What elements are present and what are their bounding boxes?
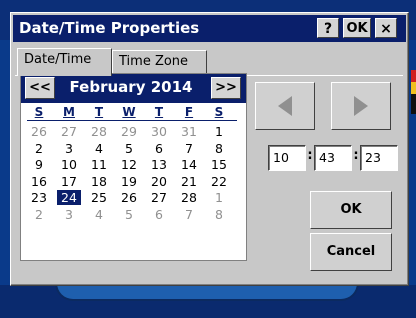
day-cell[interactable]: 27 (147, 190, 171, 205)
day-cell[interactable]: 26 (27, 124, 51, 139)
day-cell[interactable]: 12 (117, 157, 141, 172)
day-cell[interactable]: 3 (57, 207, 81, 222)
day-cell[interactable]: 27 (57, 124, 81, 139)
weekday-divider (27, 120, 237, 121)
cancel-button[interactable]: Cancel (310, 233, 392, 271)
title-ok-button[interactable]: OK (343, 18, 371, 38)
day-cell[interactable]: 8 (207, 207, 231, 222)
day-cell[interactable]: 29 (117, 124, 141, 139)
prev-month-button[interactable]: << (25, 77, 55, 99)
tab-time-zone[interactable]: Time Zone (112, 50, 207, 74)
day-cell[interactable]: 11 (87, 157, 111, 172)
title-bar: Date/Time Properties ? OK × (13, 15, 406, 42)
month-calendar[interactable]: << February 2014 >> SMTWTFS 26 27 28 29 30 31… (20, 73, 247, 261)
help-button[interactable]: ? (317, 18, 339, 38)
desktop-edge-dark (411, 94, 416, 114)
desktop-edge-red (411, 70, 416, 82)
day-cell[interactable]: 6 (147, 141, 171, 156)
dialog-title: Date/Time Properties (19, 19, 200, 37)
weekday-label: S (214, 105, 224, 119)
triangle-right-icon (354, 96, 368, 116)
day-cell[interactable]: 2 (27, 141, 51, 156)
desktop-edge-yellow (411, 82, 416, 94)
day-cell[interactable]: 6 (147, 207, 171, 222)
weekday-label: S (34, 105, 44, 119)
time-separator: : (307, 148, 313, 163)
day-cell[interactable]: 31 (177, 124, 201, 139)
weekday-label: T (94, 105, 104, 119)
time-forward-button[interactable] (331, 82, 391, 130)
day-cell[interactable]: 3 (57, 141, 81, 156)
day-cell[interactable]: 13 (147, 157, 171, 172)
close-button[interactable]: × (375, 18, 397, 38)
day-cell[interactable]: 14 (177, 157, 201, 172)
day-cell[interactable]: 20 (147, 174, 171, 189)
day-cell[interactable]: 1 (207, 190, 231, 205)
day-cell[interactable]: 18 (87, 174, 111, 189)
day-cell[interactable]: 5 (117, 141, 141, 156)
day-cell[interactable]: 30 (147, 124, 171, 139)
day-cell[interactable]: 2 (27, 207, 51, 222)
day-cell[interactable]: 1 (207, 124, 231, 139)
tab-date-time[interactable]: Date/Time (17, 48, 112, 76)
day-cell[interactable]: 4 (87, 141, 111, 156)
second-field[interactable]: 23 (360, 145, 398, 171)
minute-field[interactable]: 43 (314, 145, 352, 171)
day-cell[interactable]: 7 (177, 207, 201, 222)
weekday-label: M (63, 105, 75, 119)
selected-day-cell[interactable]: 24 (57, 190, 81, 205)
day-cell[interactable]: 16 (27, 174, 51, 189)
day-cell[interactable]: 10 (57, 157, 81, 172)
weekday-label: F (184, 105, 194, 119)
day-cell[interactable]: 26 (117, 190, 141, 205)
day-cell[interactable]: 22 (207, 174, 231, 189)
close-icon: × (380, 21, 392, 37)
time-back-button[interactable] (255, 82, 315, 130)
weekday-label: T (154, 105, 164, 119)
calendar-header: << February 2014 >> (21, 74, 246, 103)
day-cell[interactable]: 15 (207, 157, 231, 172)
next-month-button[interactable]: >> (211, 77, 241, 99)
day-cell[interactable]: 4 (87, 207, 111, 222)
time-separator: : (353, 148, 359, 163)
day-cell[interactable]: 28 (87, 124, 111, 139)
month-year-label[interactable]: February 2014 (61, 78, 201, 96)
day-cell[interactable]: 5 (117, 207, 141, 222)
day-cell[interactable]: 7 (177, 141, 201, 156)
day-cell[interactable]: 19 (117, 174, 141, 189)
day-cell[interactable]: 17 (57, 174, 81, 189)
day-cell[interactable]: 21 (177, 174, 201, 189)
weekday-label: W (122, 105, 136, 119)
day-cell[interactable]: 25 (87, 190, 111, 205)
day-cell[interactable]: 8 (207, 141, 231, 156)
day-cell[interactable]: 9 (27, 157, 51, 172)
ok-button[interactable]: OK (310, 191, 392, 229)
day-cell[interactable]: 23 (27, 190, 51, 205)
hour-field[interactable]: 10 (268, 145, 306, 171)
triangle-left-icon (278, 96, 292, 116)
day-cell[interactable]: 28 (177, 190, 201, 205)
